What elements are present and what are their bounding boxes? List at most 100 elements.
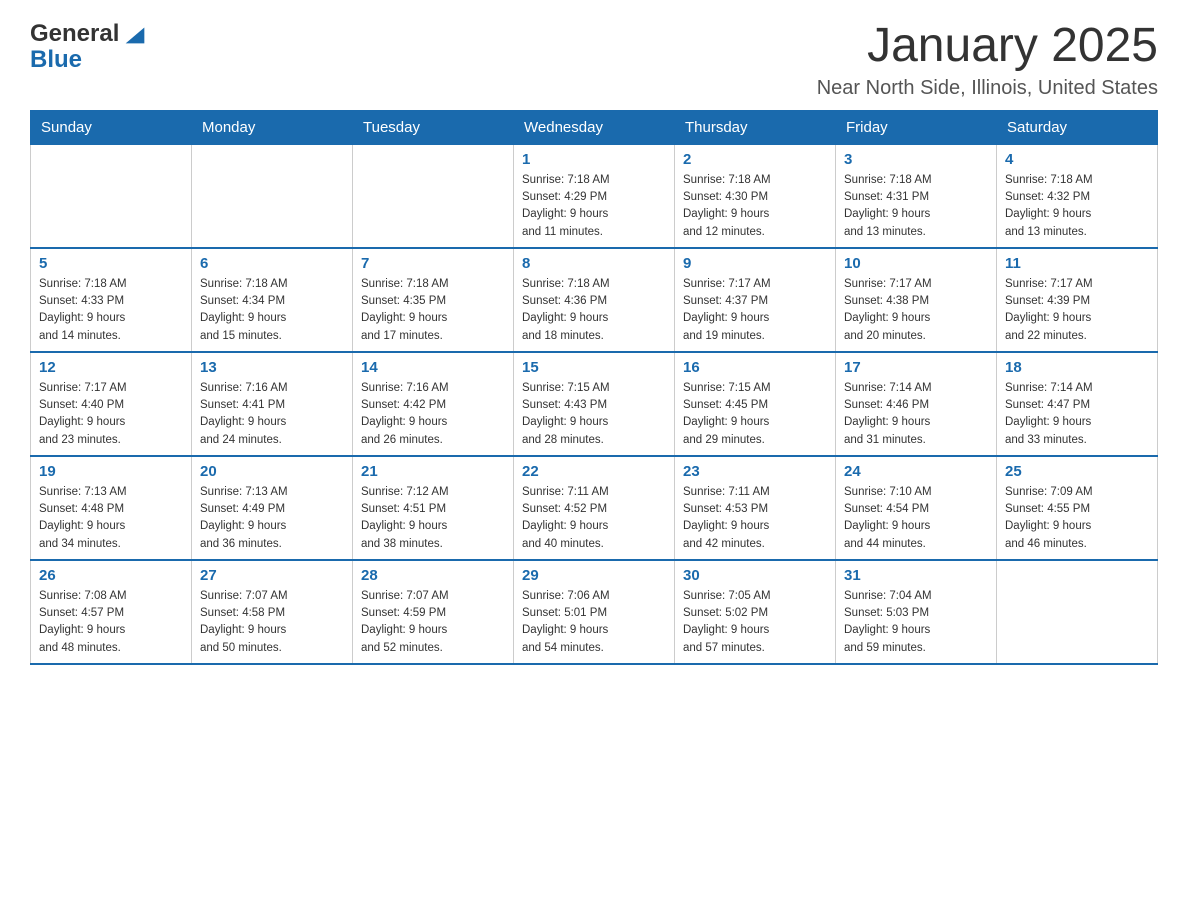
day-number: 14 (361, 359, 505, 376)
day-info: Sunrise: 7:16 AM Sunset: 4:41 PM Dayligh… (200, 380, 344, 449)
day-number: 13 (200, 359, 344, 376)
calendar-cell: 4 Sunrise: 7:18 AM Sunset: 4:32 PM Daylig… (997, 144, 1158, 248)
calendar-table: SundayMondayTuesdayWednesdayThursdayFrid… (30, 110, 1158, 665)
calendar-cell: 29Sunrise: 7:06 AM Sunset: 5:01 PM Dayli… (514, 560, 675, 664)
day-info: Sunrise: 7:15 AM Sunset: 4:43 PM Dayligh… (522, 380, 666, 449)
day-info: Sunrise: 7:17 AM Sunset: 4:38 PM Dayligh… (844, 276, 988, 345)
day-info: Sunrise: 7:16 AM Sunset: 4:42 PM Dayligh… (361, 380, 505, 449)
calendar-cell: 10 Sunrise: 7:17 AM Sunset: 4:38 PM Dayli… (836, 248, 997, 352)
day-number: 2 (683, 151, 827, 168)
calendar-cell: 11 Sunrise: 7:17 AM Sunset: 4:39 PM Dayli… (997, 248, 1158, 352)
calendar-cell: 12Sunrise: 7:17 AM Sunset: 4:40 PM Dayli… (31, 352, 192, 456)
calendar-cell: 2Sunrise: 7:18 AM Sunset: 4:30 PM Daylig… (675, 144, 836, 248)
calendar-cell: 23Sunrise: 7:11 AM Sunset: 4:53 PM Dayli… (675, 456, 836, 560)
calendar-cell: 14 Sunrise: 7:16 AM Sunset: 4:42 PM Dayli… (353, 352, 514, 456)
day-number: 22 (522, 463, 666, 480)
calendar-cell: 16 Sunrise: 7:15 AM Sunset: 4:45 PM Dayli… (675, 352, 836, 456)
calendar-cell: 22Sunrise: 7:11 AM Sunset: 4:52 PM Dayli… (514, 456, 675, 560)
calendar-cell (31, 144, 192, 248)
day-number: 1 (522, 151, 666, 168)
day-info: Sunrise: 7:14 AM Sunset: 4:46 PM Dayligh… (844, 380, 988, 449)
logo: General Blue (30, 20, 149, 74)
day-number: 31 (844, 567, 988, 584)
calendar-cell: 8 Sunrise: 7:18 AM Sunset: 4:36 PM Daylig… (514, 248, 675, 352)
day-number: 21 (361, 463, 505, 480)
calendar-cell: 20 Sunrise: 7:13 AM Sunset: 4:49 PM Dayli… (192, 456, 353, 560)
calendar-cell (997, 560, 1158, 664)
weekday-header-friday: Friday (836, 110, 997, 144)
calendar-cell: 3Sunrise: 7:18 AM Sunset: 4:31 PM Daylig… (836, 144, 997, 248)
calendar-cell: 21 Sunrise: 7:12 AM Sunset: 4:51 PM Dayli… (353, 456, 514, 560)
day-info: Sunrise: 7:15 AM Sunset: 4:45 PM Dayligh… (683, 380, 827, 449)
logo-icon (121, 20, 149, 48)
title-block: January 2025 Near North Side, Illinois, … (817, 20, 1158, 100)
weekday-header-wednesday: Wednesday (514, 110, 675, 144)
weekday-header-saturday: Saturday (997, 110, 1158, 144)
week-row-3: 19Sunrise: 7:13 AM Sunset: 4:48 PM Dayli… (31, 456, 1158, 560)
day-info: Sunrise: 7:09 AM Sunset: 4:55 PM Dayligh… (1005, 484, 1149, 553)
calendar-cell: 27 Sunrise: 7:07 AM Sunset: 4:58 PM Dayli… (192, 560, 353, 664)
logo-blue: Blue (30, 46, 82, 74)
week-row-0: 1 Sunrise: 7:18 AM Sunset: 4:29 PM Daylig… (31, 144, 1158, 248)
calendar-cell: 28 Sunrise: 7:07 AM Sunset: 4:59 PM Dayli… (353, 560, 514, 664)
day-info: Sunrise: 7:18 AM Sunset: 4:33 PM Dayligh… (39, 276, 183, 345)
day-number: 19 (39, 463, 183, 480)
day-number: 3 (844, 151, 988, 168)
day-info: Sunrise: 7:14 AM Sunset: 4:47 PM Dayligh… (1005, 380, 1149, 449)
weekday-header-tuesday: Tuesday (353, 110, 514, 144)
day-number: 25 (1005, 463, 1149, 480)
calendar-cell: 31 Sunrise: 7:04 AM Sunset: 5:03 PM Dayli… (836, 560, 997, 664)
day-number: 16 (683, 359, 827, 376)
day-number: 10 (844, 255, 988, 272)
day-info: Sunrise: 7:04 AM Sunset: 5:03 PM Dayligh… (844, 588, 988, 657)
day-info: Sunrise: 7:08 AM Sunset: 4:57 PM Dayligh… (39, 588, 183, 657)
day-info: Sunrise: 7:18 AM Sunset: 4:32 PM Dayligh… (1005, 172, 1149, 241)
weekday-header-monday: Monday (192, 110, 353, 144)
day-number: 26 (39, 567, 183, 584)
week-row-2: 12Sunrise: 7:17 AM Sunset: 4:40 PM Dayli… (31, 352, 1158, 456)
calendar-cell: 13 Sunrise: 7:16 AM Sunset: 4:41 PM Dayli… (192, 352, 353, 456)
day-number: 18 (1005, 359, 1149, 376)
day-info: Sunrise: 7:07 AM Sunset: 4:58 PM Dayligh… (200, 588, 344, 657)
day-info: Sunrise: 7:17 AM Sunset: 4:40 PM Dayligh… (39, 380, 183, 449)
logo-general: General (30, 20, 119, 48)
calendar-subtitle: Near North Side, Illinois, United States (817, 77, 1158, 100)
day-number: 17 (844, 359, 988, 376)
day-number: 4 (1005, 151, 1149, 168)
day-number: 24 (844, 463, 988, 480)
calendar-cell (192, 144, 353, 248)
calendar-cell: 18 Sunrise: 7:14 AM Sunset: 4:47 PM Dayli… (997, 352, 1158, 456)
day-info: Sunrise: 7:18 AM Sunset: 4:29 PM Dayligh… (522, 172, 666, 241)
day-info: Sunrise: 7:11 AM Sunset: 4:53 PM Dayligh… (683, 484, 827, 553)
day-number: 20 (200, 463, 344, 480)
calendar-cell: 19Sunrise: 7:13 AM Sunset: 4:48 PM Dayli… (31, 456, 192, 560)
day-info: Sunrise: 7:12 AM Sunset: 4:51 PM Dayligh… (361, 484, 505, 553)
day-info: Sunrise: 7:05 AM Sunset: 5:02 PM Dayligh… (683, 588, 827, 657)
calendar-cell: 5 Sunrise: 7:18 AM Sunset: 4:33 PM Daylig… (31, 248, 192, 352)
day-number: 30 (683, 567, 827, 584)
day-number: 27 (200, 567, 344, 584)
day-number: 11 (1005, 255, 1149, 272)
day-info: Sunrise: 7:18 AM Sunset: 4:35 PM Dayligh… (361, 276, 505, 345)
day-info: Sunrise: 7:13 AM Sunset: 4:49 PM Dayligh… (200, 484, 344, 553)
calendar-cell: 9Sunrise: 7:17 AM Sunset: 4:37 PM Daylig… (675, 248, 836, 352)
day-info: Sunrise: 7:10 AM Sunset: 4:54 PM Dayligh… (844, 484, 988, 553)
day-number: 8 (522, 255, 666, 272)
day-info: Sunrise: 7:17 AM Sunset: 4:39 PM Dayligh… (1005, 276, 1149, 345)
calendar-cell: 6Sunrise: 7:18 AM Sunset: 4:34 PM Daylig… (192, 248, 353, 352)
day-info: Sunrise: 7:18 AM Sunset: 4:34 PM Dayligh… (200, 276, 344, 345)
calendar-cell: 15 Sunrise: 7:15 AM Sunset: 4:43 PM Dayli… (514, 352, 675, 456)
page-header: General Blue January 2025 Near North Sid… (30, 20, 1158, 100)
day-info: Sunrise: 7:18 AM Sunset: 4:36 PM Dayligh… (522, 276, 666, 345)
calendar-cell: 25 Sunrise: 7:09 AM Sunset: 4:55 PM Dayli… (997, 456, 1158, 560)
week-row-4: 26 Sunrise: 7:08 AM Sunset: 4:57 PM Dayli… (31, 560, 1158, 664)
day-number: 5 (39, 255, 183, 272)
day-number: 9 (683, 255, 827, 272)
weekday-header-thursday: Thursday (675, 110, 836, 144)
day-number: 7 (361, 255, 505, 272)
calendar-cell: 17 Sunrise: 7:14 AM Sunset: 4:46 PM Dayli… (836, 352, 997, 456)
calendar-cell (353, 144, 514, 248)
day-info: Sunrise: 7:07 AM Sunset: 4:59 PM Dayligh… (361, 588, 505, 657)
day-number: 15 (522, 359, 666, 376)
day-number: 28 (361, 567, 505, 584)
